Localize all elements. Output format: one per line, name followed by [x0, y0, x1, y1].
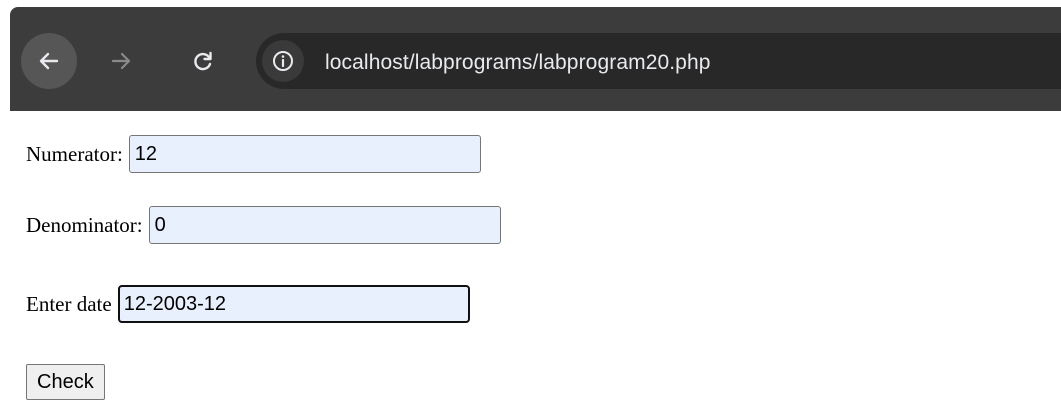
browser-toolbar: localhost/labprograms/labprogram20.php — [0, 0, 1061, 111]
page-content: Numerator: Denominator: Enter date Check — [0, 111, 1061, 403]
numerator-input[interactable] — [128, 135, 481, 173]
button-row: Check — [26, 364, 105, 400]
numerator-label: Numerator: — [26, 141, 123, 166]
reload-icon — [194, 51, 212, 71]
date-row: Enter date — [26, 285, 470, 323]
denominator-input[interactable] — [148, 206, 501, 244]
arrow-right-icon — [111, 52, 131, 70]
info-icon — [273, 51, 293, 71]
arrow-left-icon — [39, 52, 59, 70]
date-input[interactable] — [117, 285, 470, 323]
denominator-row: Denominator: — [26, 206, 501, 244]
reload-button[interactable] — [175, 33, 231, 89]
check-button[interactable]: Check — [26, 364, 105, 400]
denominator-label: Denominator: — [26, 212, 143, 237]
site-info-button[interactable] — [262, 40, 304, 82]
numerator-row: Numerator: — [26, 135, 481, 173]
date-label: Enter date — [26, 291, 112, 316]
url-text[interactable]: localhost/labprograms/labprogram20.php — [325, 51, 711, 75]
forward-button[interactable] — [93, 33, 149, 89]
back-button[interactable] — [21, 33, 77, 89]
